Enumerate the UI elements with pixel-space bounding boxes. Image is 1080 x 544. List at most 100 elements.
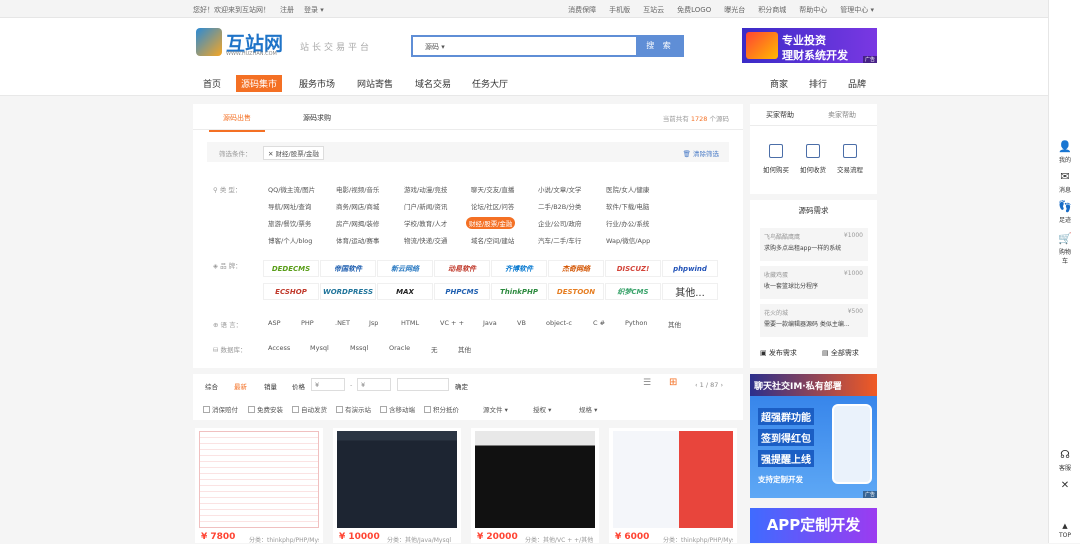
brand-logo[interactable]: DEDECMS <box>263 260 319 277</box>
search-button[interactable]: 搜 索 <box>636 35 684 57</box>
top-link-logo[interactable]: 免费LOGO <box>677 5 711 15</box>
database-option[interactable]: Mysql <box>310 344 329 352</box>
nav-source-market[interactable]: 源码集市 <box>236 75 283 92</box>
brand-logo[interactable]: ThinkPHP <box>491 283 547 300</box>
check-points[interactable]: 积分抵价 <box>424 404 459 414</box>
sort-price[interactable]: 价格 <box>292 381 305 391</box>
language-option[interactable]: VB <box>517 319 526 327</box>
brand-other[interactable]: 其他... <box>662 283 718 300</box>
type-option[interactable]: 论坛/社区/问答 <box>471 201 514 211</box>
product-thumbnail[interactable] <box>475 431 595 528</box>
filter-chip[interactable]: ✕ 财经/股票/金融 <box>263 146 324 160</box>
type-option[interactable]: 行业/办公/系统 <box>606 218 649 228</box>
database-option[interactable]: Mssql <box>350 344 368 352</box>
nav-service-market[interactable]: 服务市场 <box>294 75 340 92</box>
brand-logo[interactable]: 帝国软件 <box>320 260 376 277</box>
brand-logo[interactable]: WORDPRESS <box>320 283 376 300</box>
grid-view-icon[interactable]: ⊞ <box>669 377 677 388</box>
tab-source-buy[interactable]: 源码求购 <box>303 113 331 123</box>
type-option[interactable]: 学校/教育/人才 <box>404 218 447 228</box>
search-scope-select[interactable]: 源码 ▾ <box>425 42 445 52</box>
brand-logo[interactable]: MAX <box>377 283 433 300</box>
type-option[interactable]: 旅游/餐饮/票务 <box>268 218 311 228</box>
toolbar-messages[interactable]: ✉ 消息 <box>1049 170 1080 194</box>
language-option[interactable]: Java <box>483 319 497 327</box>
type-option[interactable]: 医院/女人/健康 <box>606 184 649 194</box>
demand-item[interactable]: 花火的城 ¥500 需要一款编辑器源码 类似主编... <box>760 304 868 337</box>
trade-flow[interactable]: 交易流程 <box>832 144 868 174</box>
check-demo-site[interactable]: 有演示站 <box>336 404 371 414</box>
type-option[interactable]: 汽车/二手/车行 <box>538 235 581 245</box>
type-option[interactable]: 二手/B2B/分类 <box>538 201 581 211</box>
language-option[interactable]: Jsp <box>369 319 378 327</box>
license-dropdown[interactable]: 授权 ▾ <box>533 404 551 414</box>
nav-domain-trade[interactable]: 域名交易 <box>410 75 456 92</box>
brand-logo[interactable]: 织梦CMS <box>605 283 661 300</box>
all-demands-link[interactable]: ▤ 全部需求 <box>822 348 859 358</box>
brand-logo[interactable]: DESTOON <box>548 283 604 300</box>
check-auto-delivery[interactable]: 自动发货 <box>292 404 327 414</box>
top-link-manage[interactable]: 管理中心 ▾ <box>840 5 874 15</box>
tab-buyer-help[interactable]: 买家帮助 <box>766 110 794 120</box>
app-dev-ad-banner[interactable]: APP定制开发 <box>750 508 877 543</box>
type-option[interactable]: Wap/微信/App <box>606 235 650 245</box>
product-card[interactable]: ¥ 10000 分类：其他/Java/Mysql <box>333 428 461 544</box>
type-option[interactable]: 聊天/交友/直播 <box>471 184 514 194</box>
product-thumbnail[interactable] <box>337 431 457 528</box>
product-card[interactable]: ¥ 7800 分类：thinkphp/PHP/Mysql <box>195 428 323 544</box>
how-to-receive[interactable]: 如何收货 <box>795 144 831 174</box>
language-option[interactable]: HTML <box>401 319 419 327</box>
top-link-help[interactable]: 帮助中心 <box>799 5 827 15</box>
toolbar-service[interactable]: ☊ 客服 <box>1049 448 1080 472</box>
type-option[interactable]: 门户/新闻/资讯 <box>404 201 447 211</box>
type-option[interactable]: 导航/网址/查询 <box>268 201 311 211</box>
type-option[interactable]: 博客/个人/blog <box>268 235 312 245</box>
type-option[interactable]: 体育/运动/赛事 <box>336 235 379 245</box>
toolbar-footprint[interactable]: 👣 足迹 <box>1049 200 1080 224</box>
nav-ranking[interactable]: 排行 <box>804 75 832 92</box>
product-card[interactable]: ¥ 20000 分类：其他/VC + +/其他 <box>471 428 599 544</box>
top-link-protection[interactable]: 消费保障 <box>568 5 596 15</box>
language-option[interactable]: ASP <box>268 319 281 327</box>
language-option[interactable]: VC + + <box>440 319 464 327</box>
check-mobile[interactable]: 含移动端 <box>380 404 415 414</box>
price-from-input[interactable]: ¥ <box>311 378 345 391</box>
database-option[interactable]: Access <box>268 344 290 352</box>
type-option[interactable]: 游戏/动漫/竞技 <box>404 184 447 194</box>
publish-demand-button[interactable]: ▣ 发布需求 <box>760 348 797 358</box>
sort-newest[interactable]: 最新 <box>234 381 247 391</box>
toolbar-my[interactable]: 👤 我的 <box>1049 140 1080 164</box>
nav-task-hall[interactable]: 任务大厅 <box>467 75 513 92</box>
price-blank-input[interactable] <box>397 378 449 391</box>
toolbar-close[interactable]: ✕ <box>1049 480 1080 491</box>
product-thumbnail[interactable] <box>199 431 319 528</box>
brand-logo[interactable]: phpwind <box>662 260 718 277</box>
top-link-points[interactable]: 积分商城 <box>758 5 786 15</box>
login-link[interactable]: 登录 ▾ <box>304 5 324 15</box>
brand-logo[interactable]: 新云网络 <box>377 260 433 277</box>
tab-seller-help[interactable]: 卖家帮助 <box>828 110 856 120</box>
site-logo[interactable]: 互站网 WWW.HUZHAN.COM <box>196 28 286 58</box>
top-link-cloud[interactable]: 互站云 <box>643 5 664 15</box>
type-option[interactable]: 电影/视频/音乐 <box>336 184 379 194</box>
top-link-mobile[interactable]: 手机版 <box>609 5 630 15</box>
database-option[interactable]: 其他 <box>458 344 471 354</box>
nav-merchants[interactable]: 商家 <box>765 75 793 92</box>
product-card[interactable]: ¥ 6000 分类：thinkphp/PHP/Mysql <box>609 428 737 544</box>
how-to-buy[interactable]: 如何购买 <box>758 144 794 174</box>
brand-logo[interactable]: DISCUZ! <box>605 260 661 277</box>
database-option[interactable]: 无 <box>431 344 438 354</box>
sort-sales[interactable]: 销量 <box>264 381 277 391</box>
type-option[interactable]: 企业/公司/政府 <box>538 218 581 228</box>
language-option[interactable]: C # <box>593 319 605 327</box>
nav-home[interactable]: 首页 <box>198 75 226 92</box>
brand-logo[interactable]: 杰奇网络 <box>548 260 604 277</box>
language-option[interactable]: 其他 <box>668 319 681 329</box>
sort-default[interactable]: 综合 <box>205 381 218 391</box>
top-link-exposure[interactable]: 曝光台 <box>724 5 745 15</box>
type-option[interactable]: 软件/下载/电脑 <box>606 201 649 211</box>
language-option[interactable]: object-c <box>546 319 572 327</box>
brand-logo[interactable]: 动易软件 <box>434 260 490 277</box>
type-option[interactable]: 房产/网揭/装修 <box>336 218 379 228</box>
brand-logo[interactable]: PHPCMS <box>434 283 490 300</box>
